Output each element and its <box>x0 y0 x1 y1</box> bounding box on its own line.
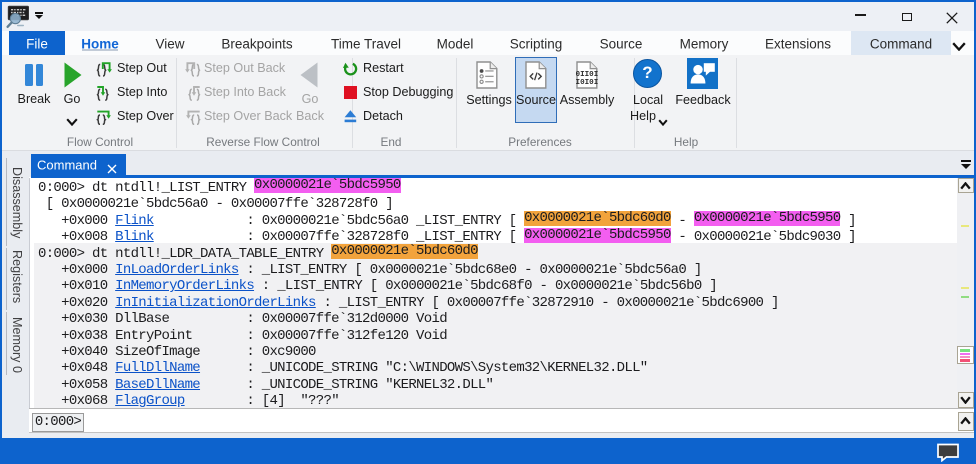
svg-text:I0I0I: I0I0I <box>576 79 598 87</box>
svg-text:0II0I: 0II0I <box>576 71 598 79</box>
